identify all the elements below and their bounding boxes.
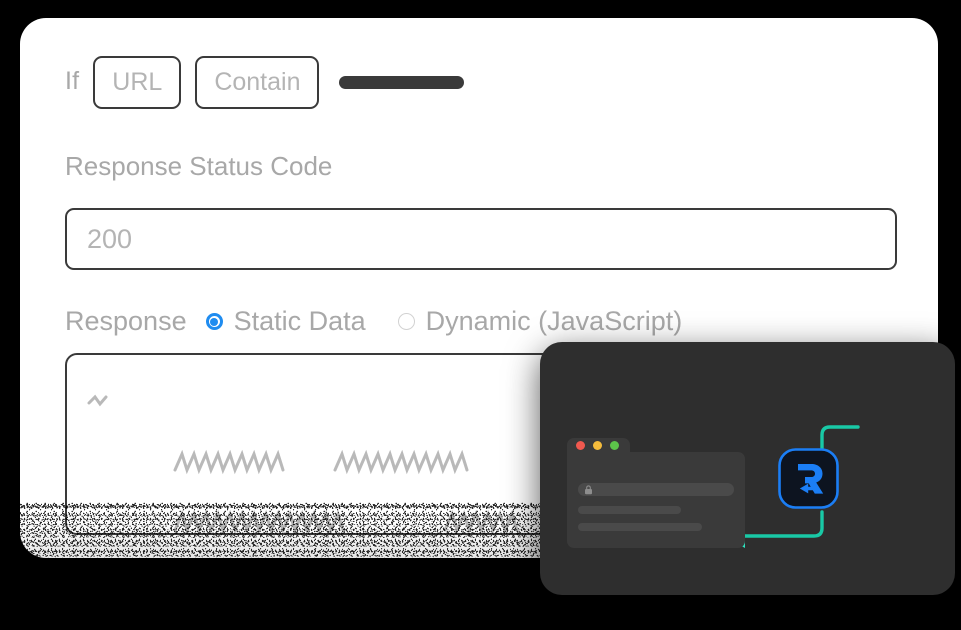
browser-content-row: [578, 506, 681, 514]
response-type-group: Response Static Data Dynamic (JavaScript…: [65, 306, 714, 337]
minimize-light-icon: [593, 441, 602, 450]
close-light-icon: [576, 441, 585, 450]
condition-operator-select[interactable]: Contain: [195, 56, 320, 109]
radio-selected-icon: [205, 313, 223, 330]
radio-dynamic-javascript[interactable]: Dynamic (JavaScript): [397, 306, 683, 337]
browser-content-row: [578, 523, 702, 531]
requestly-logo-badge: [778, 448, 839, 509]
browser-body: [567, 452, 745, 548]
rule-condition-row: If URL Contain: [65, 56, 465, 109]
radio-static-data[interactable]: Static Data: [205, 306, 366, 337]
condition-subject-value: URL: [112, 68, 163, 96]
radio-static-data-label: Static Data: [233, 306, 366, 336]
browser-mockup: [567, 438, 745, 548]
browser-url-bar: [578, 483, 734, 496]
radio-unselected-icon: [397, 313, 415, 330]
integration-promo-card: [540, 342, 955, 595]
radio-dynamic-javascript-label: Dynamic (JavaScript): [425, 306, 683, 336]
maximize-light-icon: [610, 441, 619, 450]
condition-value-redacted[interactable]: [339, 76, 465, 89]
lock-icon: [585, 484, 592, 494]
condition-subject-select[interactable]: URL: [93, 56, 182, 109]
if-label: If: [65, 67, 80, 95]
screenshot-root: If URL Contain Response Status Code 200 …: [0, 0, 961, 630]
response-status-code-input[interactable]: 200: [65, 208, 897, 270]
condition-operator-value: Contain: [214, 68, 301, 96]
response-status-code-value: 200: [87, 223, 133, 254]
response-label: Response: [65, 306, 187, 336]
response-status-code-label: Response Status Code: [65, 151, 333, 181]
traffic-lights: [576, 441, 619, 450]
